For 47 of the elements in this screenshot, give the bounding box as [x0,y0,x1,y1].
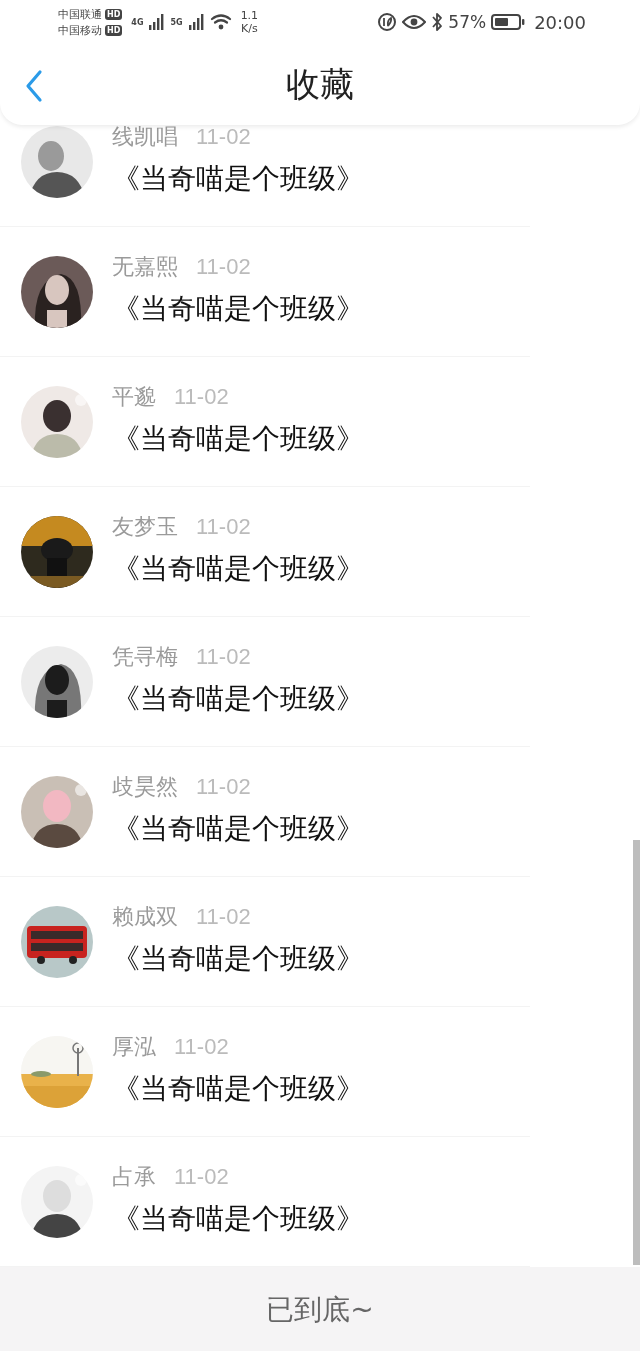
carrier-name: 中国联通 [58,7,102,21]
post-date: 11-02 [174,384,229,410]
network-speed: 1.1 [240,9,259,22]
eye-icon [402,14,427,30]
user-name: 凭寻梅 [112,643,178,671]
favorite-title[interactable]: 《当奇喵是个班级》 [112,940,364,978]
post-date: 11-02 [196,514,251,540]
favorite-title[interactable]: 《当奇喵是个班级》 [112,160,364,198]
user-name: 厚泓 [112,1033,156,1061]
battery-percent: 57% [448,12,487,32]
page-title: 收藏 [286,62,354,106]
favorite-title[interactable]: 《当奇喵是个班级》 [112,680,364,718]
post-date: 11-02 [196,124,251,150]
back-icon[interactable] [24,69,44,103]
clock-time: 20:00 [534,11,586,33]
post-date: 11-02 [174,1164,229,1190]
post-date: 11-02 [196,904,251,930]
favorite-title[interactable]: 《当奇喵是个班级》 [112,420,364,458]
network-type: 5G [170,17,183,27]
bluetooth-icon [431,12,444,32]
leaf-icon [377,12,398,32]
user-name: 赖成双 [112,903,178,931]
favorite-title[interactable]: 《当奇喵是个班级》 [112,290,364,328]
user-name: 平邈 [112,383,156,411]
hd-badge: HD [105,8,123,20]
user-name: 占承 [112,1163,156,1191]
user-name: 友梦玉 [112,513,178,541]
favorite-title[interactable]: 《当奇喵是个班级》 [112,810,364,848]
carrier-name: 中国移动 [58,23,102,37]
signal-icon [187,13,205,31]
user-name: 线凯唱 [112,123,178,151]
user-name: 歧昊然 [112,773,178,801]
signal-icon [148,13,166,31]
favorite-title[interactable]: 《当奇喵是个班级》 [112,1070,364,1108]
post-date: 11-02 [196,254,251,280]
wifi-icon [209,13,232,31]
post-date: 11-02 [196,774,251,800]
network-type: 4G [131,17,144,27]
battery-icon [491,13,526,31]
favorite-title[interactable]: 《当奇喵是个班级》 [112,1200,364,1238]
post-date: 11-02 [174,1034,229,1060]
user-name: 无嘉熙 [112,253,178,281]
speed-unit: K/s [241,22,258,35]
post-date: 11-02 [196,644,251,670]
end-of-list-text: 已到底~ [266,1292,374,1328]
hd-badge: HD [105,24,123,36]
favorite-title[interactable]: 《当奇喵是个班级》 [112,550,364,588]
